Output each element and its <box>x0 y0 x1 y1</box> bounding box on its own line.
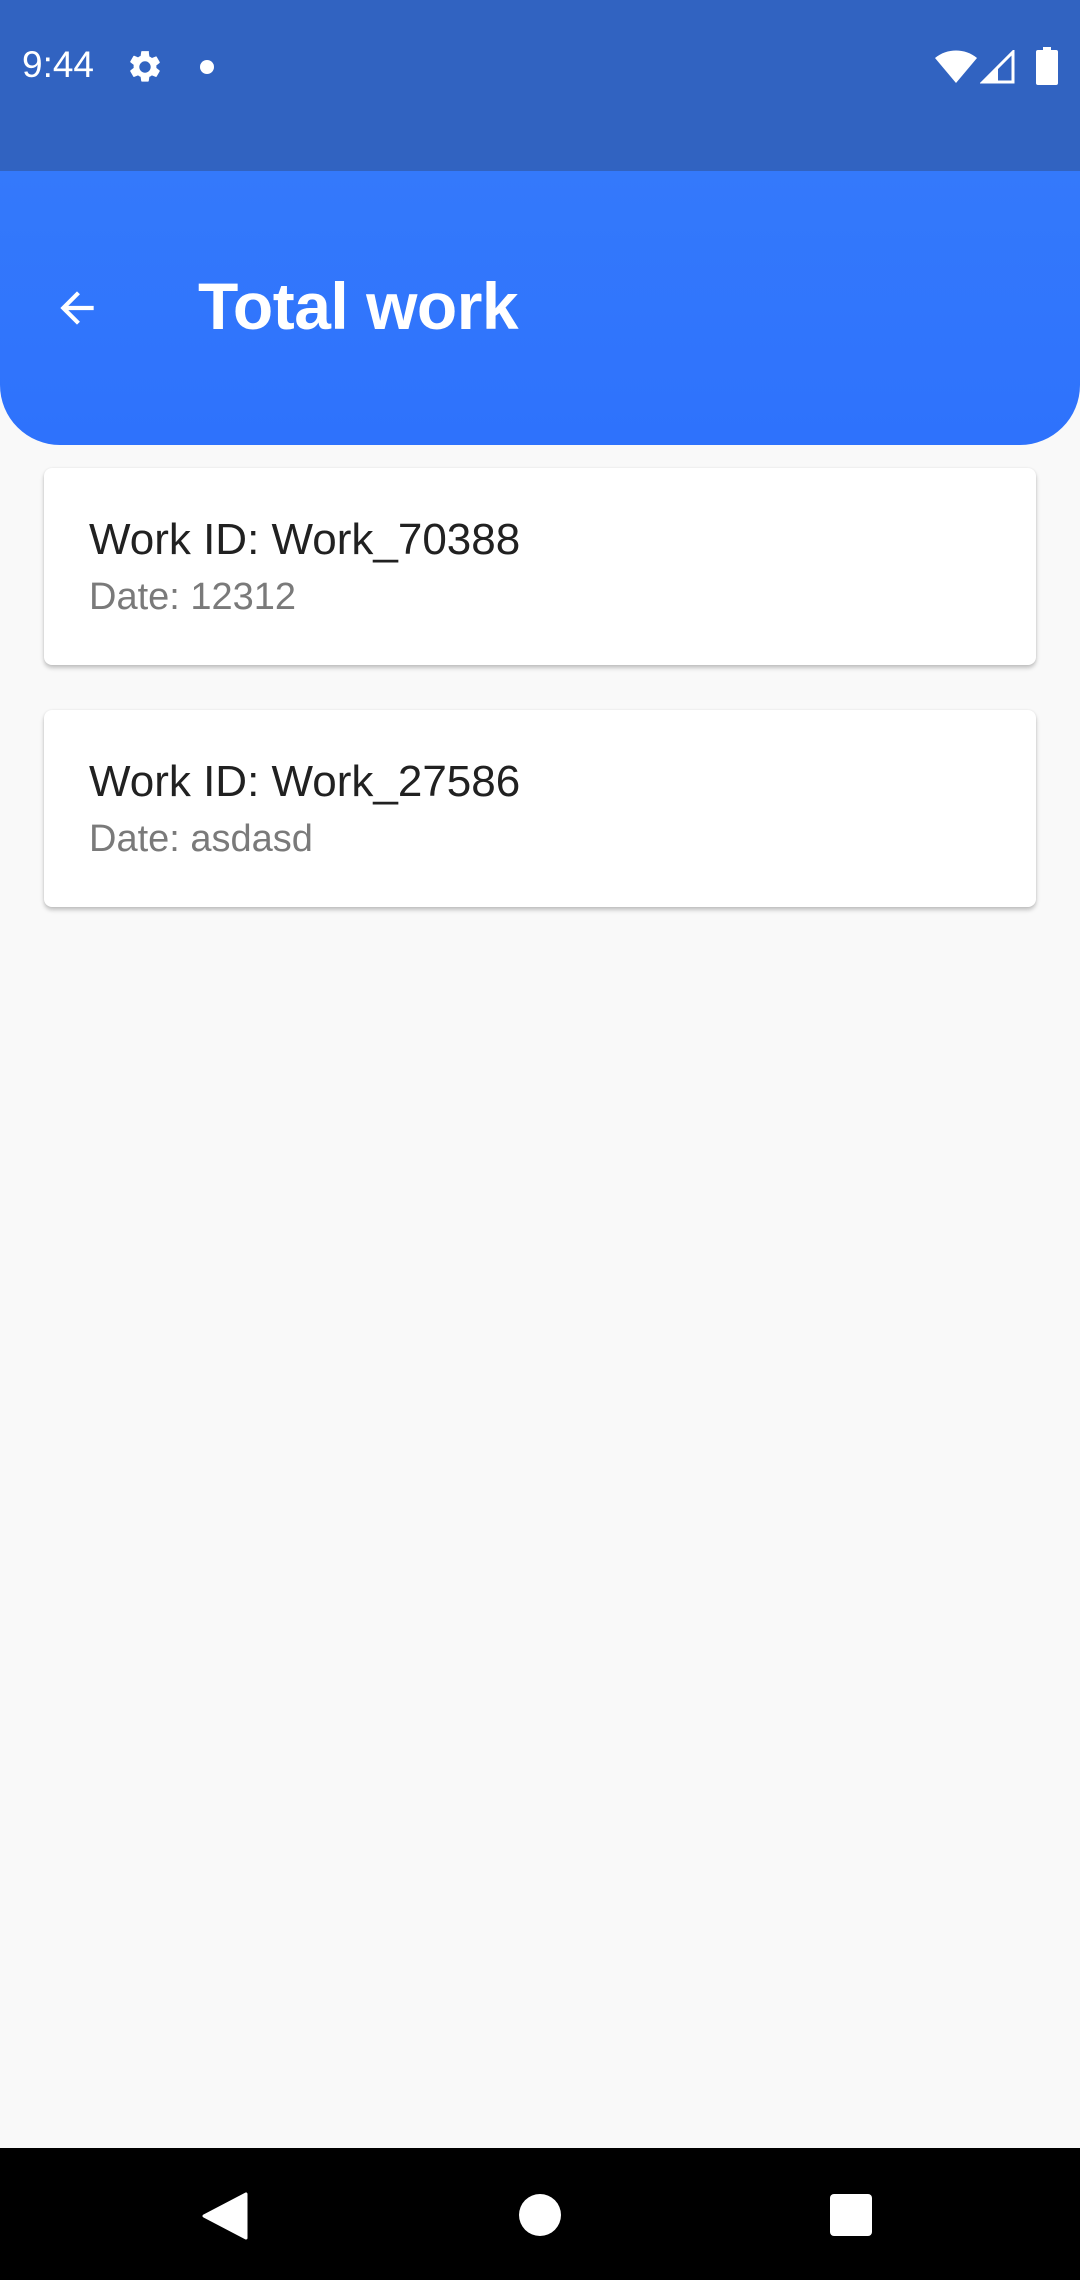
gear-icon <box>130 51 160 82</box>
work-list: Work ID: Work_70388 Date: 12312 Work ID:… <box>44 468 1036 952</box>
navigation-bar <box>0 2148 1080 2280</box>
signal-icon <box>980 50 1015 84</box>
back-button[interactable] <box>40 271 114 345</box>
work-card[interactable]: Work ID: Work_27586 Date: asdasd <box>44 710 1036 907</box>
work-id-label: Work ID: Work_27586 <box>89 757 521 806</box>
page-title: Total work <box>198 269 519 343</box>
notification-dot-icon <box>200 60 214 74</box>
nav-back-icon[interactable] <box>202 2192 248 2240</box>
work-card[interactable]: Work ID: Work_70388 Date: 12312 <box>44 468 1036 665</box>
work-date-label: Date: asdasd <box>89 818 313 860</box>
work-date-label: Date: 12312 <box>89 576 297 618</box>
status-time: 9:44 <box>22 44 95 85</box>
wifi-icon <box>935 50 977 83</box>
arrow-back-icon <box>60 291 94 325</box>
nav-home-icon[interactable] <box>519 2194 561 2236</box>
app-bar: Total work <box>0 171 1080 445</box>
status-bar: 9:44 <box>0 0 1080 171</box>
battery-icon <box>1036 47 1058 85</box>
work-id-label: Work ID: Work_70388 <box>89 515 521 564</box>
nav-recents-icon[interactable] <box>830 2194 872 2236</box>
